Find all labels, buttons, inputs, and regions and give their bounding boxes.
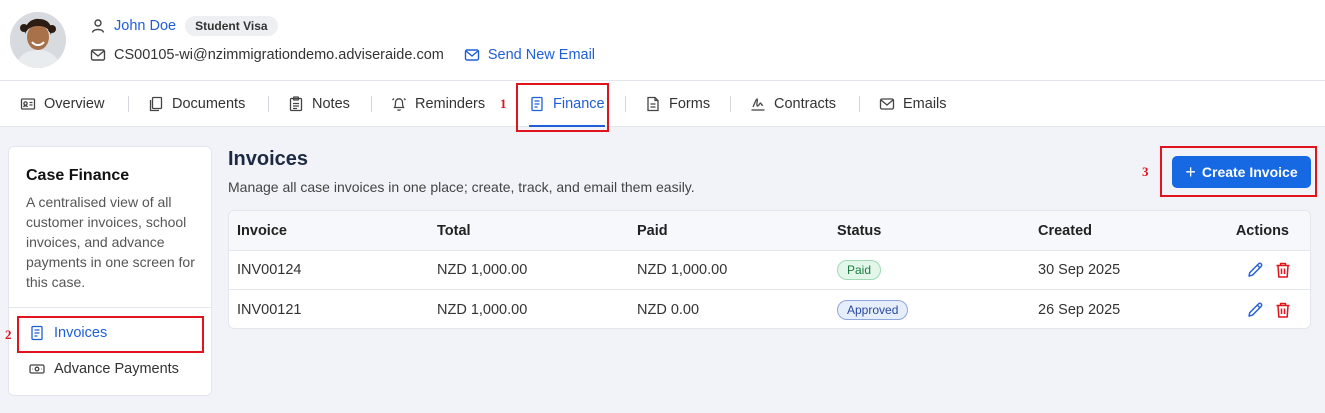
tab-label: Notes bbox=[312, 96, 350, 112]
mail-icon bbox=[90, 47, 106, 63]
tab-label: Emails bbox=[903, 96, 947, 112]
case-finance-panel: Case Finance A centralised view of all c… bbox=[8, 146, 212, 396]
invoice-paid: NZD 1,000.00 bbox=[637, 262, 728, 278]
tab-divider bbox=[371, 96, 372, 112]
banknote-icon bbox=[29, 364, 45, 374]
id-card-icon bbox=[20, 98, 36, 110]
annotation-number-1: 1 bbox=[500, 96, 507, 111]
invoice-total: NZD 1,000.00 bbox=[437, 301, 528, 318]
case-tabs: Overview Documents Notes Reminders Finan… bbox=[0, 81, 1325, 127]
annotation-box-invoices bbox=[17, 316, 204, 353]
column-header: Actions bbox=[1235, 222, 1289, 239]
tab-reminders[interactable]: Reminders bbox=[391, 81, 485, 127]
status-cell: Approved bbox=[837, 290, 909, 328]
tab-divider bbox=[625, 96, 626, 112]
tab-documents[interactable]: Documents bbox=[148, 81, 245, 127]
invoices-table: Invoice Total Paid Status Created Action… bbox=[228, 210, 1311, 329]
sidebar-item-advance-payments[interactable]: Advance Payments bbox=[29, 361, 179, 377]
tab-label: Overview bbox=[44, 96, 105, 112]
panel-divider bbox=[9, 307, 211, 308]
tab-contracts[interactable]: Contracts bbox=[750, 81, 836, 127]
annotation-box-create-invoice bbox=[1160, 146, 1317, 197]
delete-trash-icon[interactable] bbox=[1273, 260, 1293, 280]
status-cell: Paid bbox=[837, 251, 882, 289]
client-email: CS00105-wi@nzimmigrationdemo.adviseraide… bbox=[114, 47, 444, 63]
panel-title: Case Finance bbox=[26, 167, 130, 184]
column-header: Paid bbox=[637, 222, 668, 239]
invoice-number: INV00121 bbox=[237, 301, 302, 318]
send-new-email-label: Send New Email bbox=[487, 47, 596, 63]
page-subtitle: Manage all case invoices in one place; c… bbox=[228, 179, 695, 195]
invoice-created: 26 Sep 2025 bbox=[1038, 301, 1121, 318]
sidebar-item-label: Advance Payments bbox=[54, 361, 179, 377]
avatar bbox=[10, 12, 66, 68]
annotation-number-3: 3 bbox=[1142, 164, 1149, 179]
page-title: Invoices bbox=[228, 148, 309, 170]
column-header: Total bbox=[437, 222, 471, 239]
tab-forms[interactable]: Forms bbox=[645, 81, 710, 127]
visa-badge: Student Visa bbox=[185, 16, 278, 36]
client-name[interactable]: John Doe bbox=[114, 18, 176, 34]
tab-divider bbox=[268, 96, 269, 112]
table-row[interactable]: INV00121 NZD 1,000.00 NZD 0.00 Approved … bbox=[229, 290, 1310, 328]
tab-divider bbox=[859, 96, 860, 112]
tab-divider bbox=[128, 96, 129, 112]
column-header: Invoice bbox=[237, 222, 287, 239]
tab-notes[interactable]: Notes bbox=[288, 81, 350, 127]
annotation-box-finance-tab bbox=[516, 83, 609, 132]
bell-icon bbox=[392, 98, 406, 111]
table-header: Invoice Total Paid Status Created Action… bbox=[229, 211, 1310, 251]
annotation-number-2: 2 bbox=[5, 327, 12, 342]
status-badge: Paid bbox=[837, 260, 882, 280]
column-header: Status bbox=[837, 222, 882, 239]
status-badge: Approved bbox=[837, 299, 909, 320]
row-actions bbox=[1245, 251, 1293, 289]
send-new-email-link[interactable]: Send New Email bbox=[464, 47, 595, 63]
case-header: John Doe Student Visa CS00105-wi@nzimmig… bbox=[0, 0, 1325, 81]
invoice-total: NZD 1,000.00 bbox=[437, 262, 528, 278]
tab-divider bbox=[730, 96, 731, 112]
delete-trash-icon[interactable] bbox=[1273, 300, 1293, 320]
clipboard-icon bbox=[289, 96, 303, 112]
edit-pencil-icon[interactable] bbox=[1245, 260, 1265, 280]
invoice-number: INV00124 bbox=[237, 262, 302, 278]
table-row[interactable]: INV00124 NZD 1,000.00 NZD 1,000.00 Paid … bbox=[229, 251, 1310, 290]
tab-label: Documents bbox=[172, 96, 246, 112]
row-actions bbox=[1245, 290, 1293, 328]
form-icon bbox=[647, 96, 659, 112]
edit-pencil-icon[interactable] bbox=[1245, 300, 1265, 320]
invoice-paid: NZD 0.00 bbox=[637, 301, 700, 318]
documents-icon bbox=[149, 96, 163, 112]
mail-icon bbox=[464, 47, 480, 63]
invoice-created: 30 Sep 2025 bbox=[1038, 262, 1121, 278]
tab-label: Contracts bbox=[774, 96, 837, 112]
tab-label: Forms bbox=[669, 96, 711, 112]
tab-overview[interactable]: Overview bbox=[20, 81, 104, 127]
panel-description: A centralised view of all customer invoi… bbox=[26, 194, 195, 290]
tab-emails[interactable]: Emails bbox=[879, 81, 947, 127]
column-header: Created bbox=[1038, 222, 1092, 239]
user-icon bbox=[90, 18, 106, 34]
signature-icon bbox=[751, 98, 765, 111]
tab-label: Reminders bbox=[415, 96, 486, 112]
mail-icon bbox=[879, 98, 895, 110]
